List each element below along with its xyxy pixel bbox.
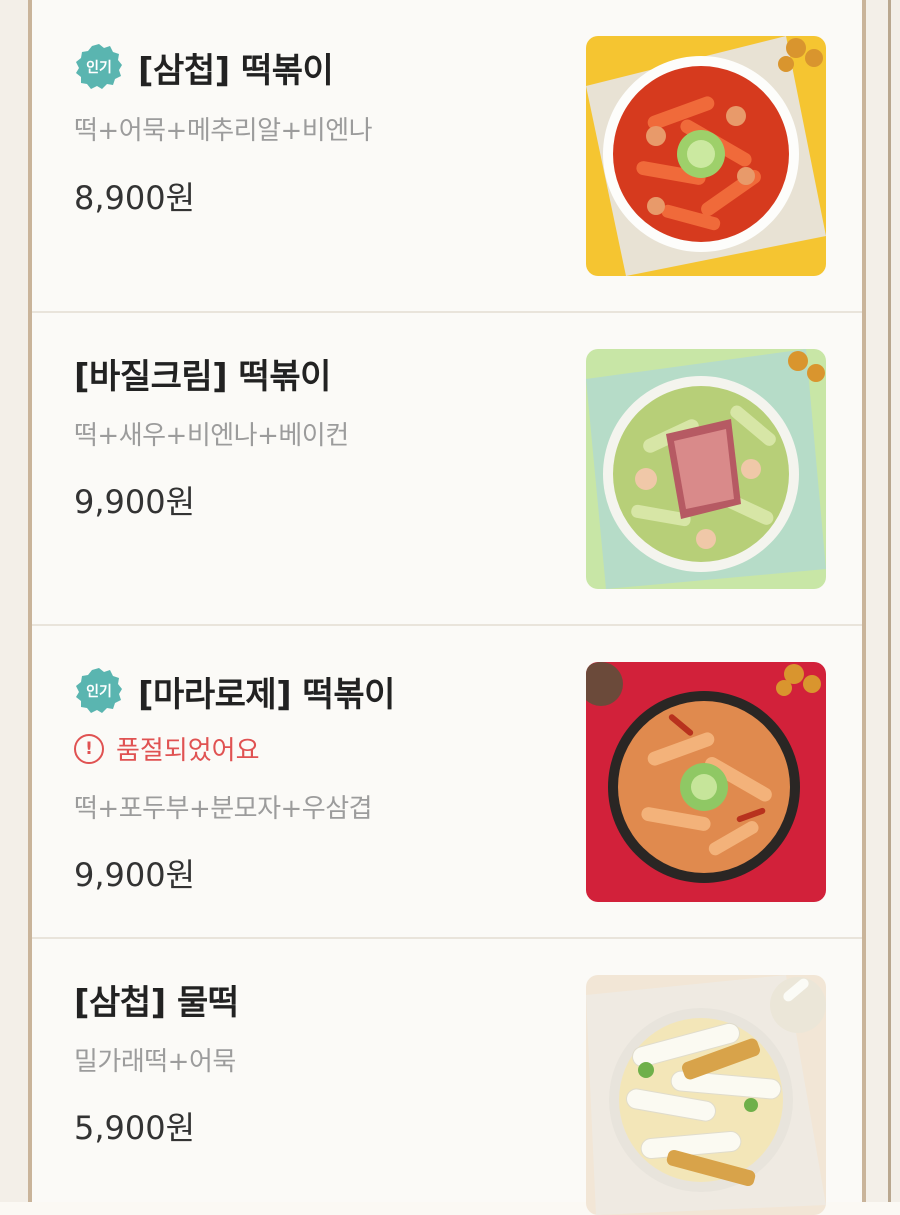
menu-item-mala-rose-tteokbokki[interactable]: 인기 [마라로제] 떡볶이 ! 품절되었어요 떡+포두부+분모자+우삼겹 9,9… — [32, 626, 862, 938]
title-row: 인기 [삼첩] 떡볶이 — [74, 42, 334, 92]
menu-item-name: [바질크림] 떡볶이 — [74, 357, 331, 397]
popular-badge-label: 인기 — [86, 684, 112, 700]
menu-item-description: 떡+어묵+메추리알+비엔나 — [74, 116, 373, 146]
menu-item-basil-cream-tteokbokki[interactable]: [바질크림] 떡볶이 떡+새우+비엔나+베이컨 9,900원 — [32, 313, 862, 625]
soldout-label: 품절되었어요 — [116, 736, 260, 766]
alert-icon: ! — [74, 733, 104, 764]
frame-border-right — [862, 0, 866, 1202]
menu-list: 인기 [삼첩] 떡볶이 떡+어묵+메추리알+비엔나 8,900원 [바질크림] … — [32, 0, 862, 1215]
menu-item-image[interactable] — [586, 975, 826, 1215]
soldout-status: ! 품절되었어요 — [74, 730, 260, 767]
menu-item-name: [마라로제] 떡볶이 — [138, 674, 395, 715]
menu-item-description: 떡+포두부+분모자+우삼겹 — [74, 794, 373, 824]
popular-badge: 인기 — [74, 42, 124, 92]
menu-item-description: 밀가래떡+어묵 — [74, 1047, 236, 1077]
menu-item-price: 9,900원 — [74, 856, 196, 894]
popular-badge-label: 인기 — [86, 60, 112, 76]
menu-item-price: 5,900원 — [74, 1109, 196, 1147]
outer-margin-left — [0, 0, 28, 1202]
popular-badge: 인기 — [74, 666, 124, 716]
menu-item-price: 9,900원 — [74, 483, 196, 521]
menu-item-samcheop-tteokbokki[interactable]: 인기 [삼첩] 떡볶이 떡+어묵+메추리알+비엔나 8,900원 — [32, 0, 862, 312]
menu-item-image[interactable] — [586, 36, 826, 276]
outer-margin-right — [866, 0, 900, 1202]
menu-item-samcheop-mulddeok[interactable]: [삼첩] 물떡 밀가래떡+어묵 5,900원 — [32, 939, 862, 1215]
menu-item-description: 떡+새우+비엔나+베이컨 — [74, 421, 349, 451]
menu-item-name: [삼첩] 떡볶이 — [138, 50, 334, 91]
menu-item-image[interactable] — [586, 349, 826, 589]
menu-item-name: [삼첩] 물떡 — [74, 983, 239, 1023]
menu-item-price: 8,900원 — [74, 179, 196, 217]
menu-item-image[interactable] — [586, 662, 826, 902]
title-row: 인기 [마라로제] 떡볶이 — [74, 666, 395, 716]
